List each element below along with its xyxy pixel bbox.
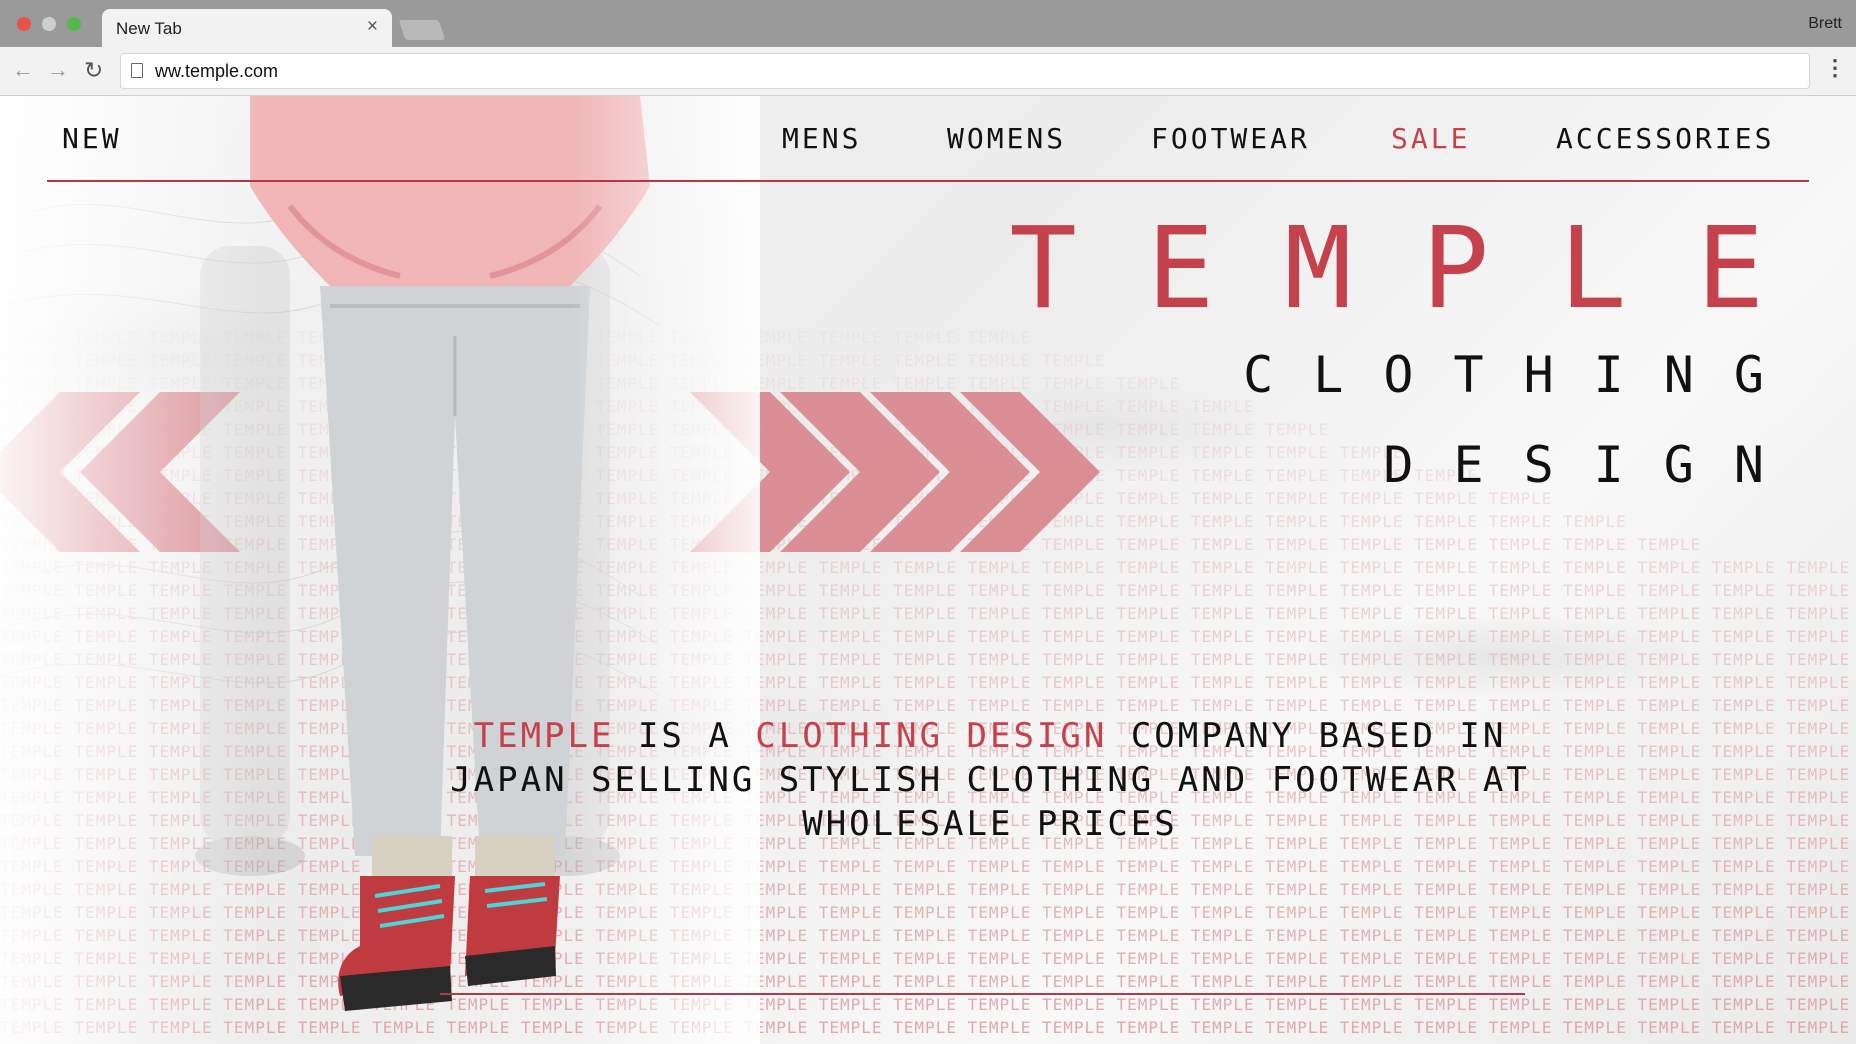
browser-tab[interactable]: New Tab × xyxy=(102,9,392,47)
brand-title: TEMPLE xyxy=(1009,204,1834,334)
minimize-window-button[interactable] xyxy=(42,17,56,31)
nav-item-new[interactable]: NEW xyxy=(62,122,122,155)
nav-item-mens[interactable]: MENS xyxy=(782,122,861,155)
webpage-viewport: TEMPLE TEMPLE TEMPLE TEMPLE TEMPLE TEMPL… xyxy=(0,96,1856,1044)
subtitle-clothing: CLOTHING xyxy=(1243,346,1804,404)
browser-menu-icon[interactable]: ⋮ xyxy=(1824,55,1846,81)
address-bar[interactable]: ww.temple.com xyxy=(120,53,1810,89)
tab-title: New Tab xyxy=(116,19,182,38)
subtitle-design: DESIGN xyxy=(1383,436,1804,494)
reload-icon[interactable]: ↻ xyxy=(84,57,103,83)
browser-titlebar: New Tab × Brett xyxy=(0,0,1856,47)
close-window-button[interactable] xyxy=(17,17,31,31)
nav-item-womens[interactable]: WOMENS xyxy=(947,122,1066,155)
page-icon xyxy=(131,63,143,78)
nav-item-accessories[interactable]: ACCESSORIES xyxy=(1556,122,1774,155)
bottom-divider xyxy=(440,993,1525,995)
nav-item-sale[interactable]: SALE xyxy=(1391,122,1470,155)
tab-close-icon[interactable]: × xyxy=(367,16,378,38)
description-text-1: IS A xyxy=(614,716,756,756)
nav-divider xyxy=(47,180,1809,182)
user-profile-name[interactable]: Brett xyxy=(1808,15,1842,33)
description-brand-word: TEMPLE xyxy=(473,716,615,756)
model-photo xyxy=(0,96,760,1044)
company-description: TEMPLE IS A CLOTHING DESIGN COMPANY BASE… xyxy=(440,714,1540,846)
description-highlight: CLOTHING DESIGN xyxy=(755,716,1108,756)
url-text[interactable]: ww.temple.com xyxy=(155,61,278,82)
forward-arrow-icon[interactable]: → xyxy=(47,57,69,83)
new-tab-button[interactable] xyxy=(398,20,446,40)
nav-item-footwear[interactable]: FOOTWEAR xyxy=(1151,122,1310,155)
maximize-window-button[interactable] xyxy=(67,17,81,31)
browser-toolbar: ← → ↻ ww.temple.com ⋮ xyxy=(0,47,1856,96)
back-arrow-icon[interactable]: ← xyxy=(12,57,34,83)
